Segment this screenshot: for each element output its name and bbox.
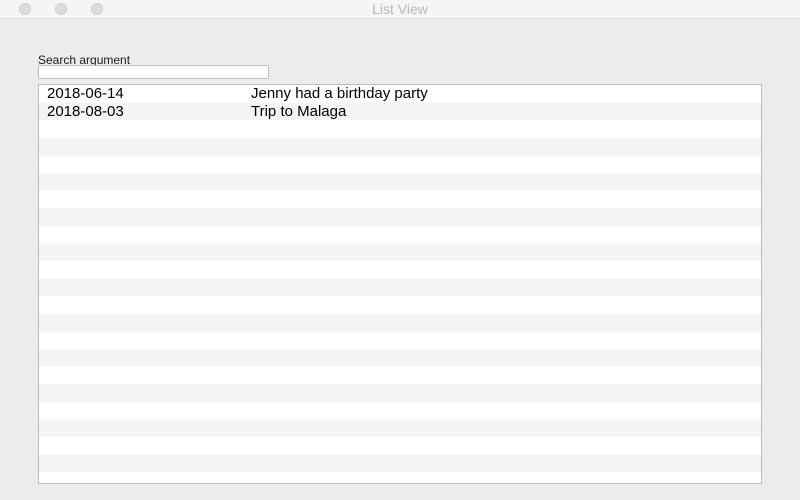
entry-description: Trip to Malaga (251, 102, 347, 120)
entry-description: Jenny had a birthday party (251, 85, 428, 102)
app-window: List View Search argument 2018-06-14 Jen… (0, 0, 800, 500)
list-item[interactable]: 2018-08-03 Trip to Malaga (39, 103, 761, 121)
search-input[interactable] (38, 65, 269, 79)
entry-list[interactable]: 2018-06-14 Jenny had a birthday party 20… (38, 84, 762, 484)
title-bar[interactable]: List View (0, 0, 800, 19)
entry-date: 2018-08-03 (47, 102, 124, 120)
entry-date: 2018-06-14 (47, 85, 124, 102)
window-title: List View (372, 1, 428, 17)
list-item[interactable]: 2018-06-14 Jenny had a birthday party (39, 85, 761, 103)
